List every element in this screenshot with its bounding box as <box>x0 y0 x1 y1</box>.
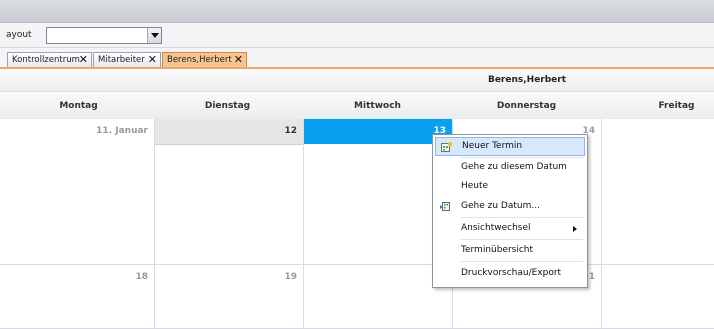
menu-separator <box>461 239 583 240</box>
day-number: 18 <box>135 272 148 282</box>
menu-item-goto-this-date[interactable]: Gehe zu diesem Datum <box>435 158 585 177</box>
weekday-mittwoch: Mittwoch <box>354 101 401 111</box>
day-number: 12 <box>284 126 297 136</box>
calendar-grid: 11. Januar 12 13 14 18 19 21 <box>0 119 714 329</box>
menu-item-label: Gehe zu diesem Datum <box>461 162 567 172</box>
menu-item-label: Ansichtwechsel <box>461 223 531 233</box>
close-icon[interactable]: ✕ <box>148 54 157 66</box>
tab-mitarbeiter[interactable]: Mitarbeiter ✕ <box>93 52 161 67</box>
day-cell[interactable] <box>602 119 714 265</box>
day-cell[interactable]: 18 <box>0 265 155 329</box>
menu-item-label: Druckvorschau/Export <box>461 268 562 278</box>
weekday-dienstag: Dienstag <box>204 101 251 111</box>
window-titlebar <box>0 0 714 23</box>
tab-bar: Kontrollzentrum ✕ Mitarbeiter ✕ Berens,H… <box>0 48 714 69</box>
day-cell-selected[interactable]: 13 <box>304 119 453 265</box>
tab-label: Kontrollzentrum <box>12 55 80 65</box>
day-cell[interactable]: 19 <box>155 265 304 329</box>
dropdown-button[interactable] <box>147 28 161 43</box>
day-cell[interactable]: 11. Januar <box>0 119 155 265</box>
close-icon[interactable]: ✕ <box>234 54 243 66</box>
weekday-donnerstag: Donnerstag <box>496 101 557 111</box>
close-icon[interactable]: ✕ <box>79 54 88 66</box>
today-highlight <box>155 119 303 145</box>
menu-item-print-preview-export[interactable]: Druckvorschau/Export <box>435 264 585 283</box>
day-cell[interactable] <box>602 265 714 329</box>
submenu-arrow-icon <box>573 226 577 232</box>
toolbar: ayout <box>0 23 714 48</box>
menu-item-today[interactable]: Heute <box>435 177 585 196</box>
tab-label: Berens,Herbert <box>167 55 232 65</box>
weekday-freitag: Freitag <box>658 101 695 111</box>
menu-item-view-switch[interactable]: Ansichtwechsel <box>435 219 585 238</box>
calendar-owner-header: Berens,Herbert <box>0 69 714 91</box>
owner-name: Berens,Herbert <box>487 75 567 85</box>
layout-combobox[interactable] <box>46 27 162 44</box>
context-menu: Neuer Termin Gehe zu diesem Datum Heute … <box>432 134 588 288</box>
tab-kontrollzentrum[interactable]: Kontrollzentrum ✕ <box>7 52 92 67</box>
menu-separator <box>461 261 583 262</box>
menu-separator <box>461 217 583 218</box>
selected-day-highlight <box>304 119 452 144</box>
menu-item-label: Terminübersicht <box>461 245 534 255</box>
weekday-header-row: Montag Dienstag Mittwoch Donnerstag Frei… <box>0 91 714 120</box>
tab-label: Mitarbeiter <box>98 55 145 65</box>
menu-item-label: Heute <box>461 181 489 191</box>
new-appointment-icon <box>441 142 452 152</box>
tab-berens-herbert[interactable]: Berens,Herbert ✕ <box>162 52 247 67</box>
day-cell[interactable]: 12 <box>155 119 304 265</box>
chevron-down-icon <box>151 33 159 38</box>
menu-item-new-appointment[interactable]: Neuer Termin <box>435 137 585 156</box>
day-cell[interactable] <box>304 265 453 329</box>
goto-date-icon <box>440 202 450 211</box>
menu-item-label: Neuer Termin <box>462 141 523 151</box>
day-number: 19 <box>284 272 297 282</box>
day-number: 11. Januar <box>96 126 148 136</box>
menu-item-appointment-overview[interactable]: Terminübersicht <box>435 241 585 260</box>
menu-item-label: Gehe zu Datum... <box>461 201 540 211</box>
weekday-montag: Montag <box>59 101 98 111</box>
menu-item-goto-date[interactable]: Gehe zu Datum... <box>435 197 585 216</box>
layout-label: ayout <box>6 30 32 40</box>
